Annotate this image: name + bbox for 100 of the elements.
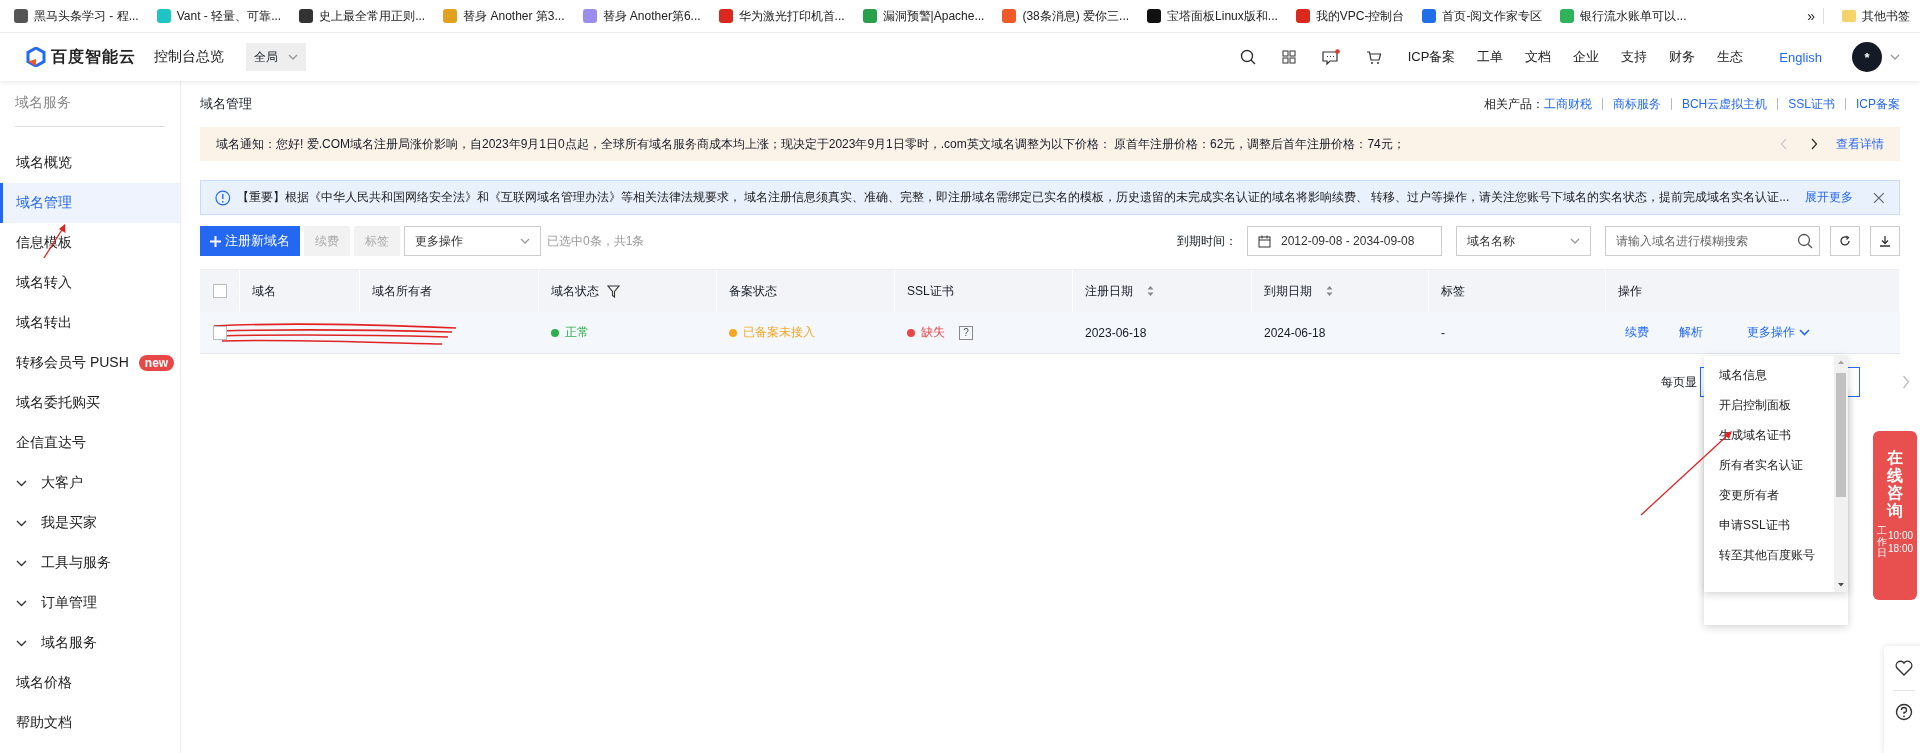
sidebar-item[interactable]: 工具与服务 bbox=[0, 543, 180, 583]
field-select[interactable]: 域名名称 bbox=[1456, 226, 1591, 256]
more-bookmarks-button[interactable]: » bbox=[1807, 8, 1824, 24]
chevron-icon[interactable] bbox=[16, 519, 27, 527]
column-header: 域名状态 bbox=[551, 282, 599, 300]
more-actions-select[interactable]: 更多操作 bbox=[404, 226, 541, 256]
action-link[interactable]: 续费 bbox=[1625, 324, 1649, 341]
sort-icon[interactable] bbox=[1147, 286, 1154, 296]
message-icon[interactable] bbox=[1321, 49, 1340, 65]
menu-item[interactable]: 所有者实名认证 bbox=[1704, 450, 1834, 480]
bookmark[interactable]: Vant - 轻量、可靠... bbox=[156, 7, 282, 25]
sidebar-item[interactable]: 大客户 bbox=[0, 463, 180, 503]
menu-item[interactable]: 申请SSL证书 bbox=[1704, 510, 1834, 540]
sidebar-item[interactable]: 域名管理 bbox=[0, 183, 180, 223]
search-field[interactable]: 请输入域名进行模糊搜索 bbox=[1605, 226, 1820, 256]
expand-link[interactable]: 展开更多 bbox=[1805, 189, 1854, 206]
cart-icon[interactable] bbox=[1365, 49, 1382, 65]
caret-icon[interactable] bbox=[1890, 54, 1900, 60]
menu-item[interactable]: 开启控制面板 bbox=[1704, 390, 1834, 420]
bookmark[interactable]: 漏洞预警|Apache... bbox=[862, 7, 985, 25]
menu-item[interactable]: 域名信息 bbox=[1704, 360, 1834, 390]
caret-icon[interactable] bbox=[520, 238, 530, 244]
grid-icon[interactable] bbox=[1281, 50, 1296, 64]
select-all-checkbox[interactable] bbox=[212, 284, 227, 298]
sidebar-item[interactable]: 我是买家 bbox=[0, 503, 180, 543]
bookmark[interactable]: 黑马头条学习 - 程... bbox=[14, 7, 139, 25]
date-label: 到期时间： bbox=[1177, 232, 1237, 250]
record-status-text: 已备案未接入 bbox=[743, 324, 815, 341]
overview-link[interactable]: 控制台总览 bbox=[154, 48, 224, 66]
column-header: 域名所有者 bbox=[372, 282, 432, 300]
related-link[interactable]: SSL证书 bbox=[1788, 95, 1835, 113]
close-icon[interactable] bbox=[1873, 191, 1885, 204]
related-link[interactable]: BCH云虚拟主机 bbox=[1681, 95, 1768, 113]
bookmark[interactable]: 我的VPC-控制台 bbox=[1295, 7, 1405, 25]
menu-item[interactable]: 转至其他百度账号 bbox=[1704, 540, 1834, 570]
scope-select[interactable]: 全局 bbox=[246, 43, 306, 71]
sidebar-item[interactable]: 域名转入 bbox=[0, 263, 180, 303]
nav-link[interactable]: 生态 bbox=[1717, 48, 1744, 66]
sort-icon[interactable] bbox=[1326, 286, 1333, 296]
nav-link[interactable]: 企业 bbox=[1573, 48, 1600, 66]
notice-text: 域名通知：您好! 爱.COM域名注册局涨价影响，自2023年9月1日0点起，全球所有域名服务商成本均上涨；现决定于2023年9月1日零时，.com英文域名调整为以下价格： 原首年注册价格：62元，调整后首年注册价格：74元； bbox=[216, 135, 1405, 153]
search-icon[interactable] bbox=[1797, 233, 1813, 249]
scrollbar[interactable] bbox=[1834, 356, 1848, 592]
details-link[interactable]: 查看详情 bbox=[1836, 135, 1884, 153]
bookmark[interactable]: 替身 Another 第3... bbox=[443, 7, 565, 25]
sidebar-item[interactable]: 域名概览 bbox=[0, 143, 180, 183]
bookmark[interactable]: 替身 Another第6... bbox=[582, 7, 701, 25]
refresh-button[interactable] bbox=[1830, 226, 1860, 256]
search-icon[interactable] bbox=[1239, 49, 1256, 65]
sidebar-item[interactable]: 域名委托购买 bbox=[0, 383, 180, 423]
next-icon[interactable] bbox=[1810, 138, 1818, 150]
related-link[interactable]: 商标服务 bbox=[1612, 95, 1661, 113]
sidebar-item[interactable]: 域名价格 bbox=[0, 663, 180, 703]
sidebar-item[interactable]: 订单管理 bbox=[0, 583, 180, 623]
bookmark[interactable]: 首页-阅文作家专区 bbox=[1422, 7, 1543, 25]
table-cell: 2024-06-18 bbox=[1264, 325, 1326, 340]
bookmark-folder[interactable]: 其他书签 bbox=[1842, 7, 1910, 25]
ssl-status-text: 缺失 bbox=[921, 324, 945, 341]
column-header: 注册日期 bbox=[1085, 282, 1133, 300]
download-button[interactable] bbox=[1870, 226, 1900, 256]
related-link[interactable]: 工商财税 bbox=[1543, 95, 1592, 113]
date-range-picker[interactable]: 2012-09-08 - 2034-09-08 bbox=[1247, 226, 1442, 256]
nav-link[interactable]: 工单 bbox=[1477, 48, 1504, 66]
hexagon-logo-icon[interactable] bbox=[26, 47, 46, 67]
more-actions-link[interactable]: 更多操作 bbox=[1747, 324, 1810, 341]
sidebar-item[interactable]: 域名转出 bbox=[0, 303, 180, 343]
avatar[interactable]: * bbox=[1852, 42, 1882, 72]
filter-icon[interactable] bbox=[607, 284, 620, 298]
sidebar-title: 域名服务 bbox=[15, 81, 165, 127]
sidebar-item[interactable]: 企信直达号 bbox=[0, 423, 180, 463]
important-text: 【重要】根据《中华人民共和国网络安全法》和《互联网域名管理办法》等相关法律法规要求， 域名注册信息须真实、准确、完整，即注册域名需绑定已实名的模板，历史遗留的未完成实名认证的域名将影响续费、 转移、过户等操作，请关注您账号下域名的实名状态，提前完成域名实名认证... bbox=[236, 189, 1790, 206]
bookmark[interactable]: 宝塔面板Linux版和... bbox=[1147, 7, 1278, 25]
calendar-icon[interactable] bbox=[1258, 234, 1271, 248]
related-link[interactable]: ICP备案 bbox=[1856, 95, 1900, 113]
nav-link[interactable]: 财务 bbox=[1669, 48, 1696, 66]
nav-link[interactable]: ICP备案 bbox=[1407, 48, 1456, 66]
page-title: 域名管理 bbox=[200, 95, 252, 113]
sidebar-item[interactable]: 域名服务 bbox=[0, 623, 180, 663]
language-link[interactable]: English bbox=[1779, 49, 1822, 65]
sidebar-item[interactable]: 转移会员号 PUSH new bbox=[0, 343, 180, 383]
chevron-icon[interactable] bbox=[16, 599, 27, 607]
nav-link[interactable]: 支持 bbox=[1621, 48, 1648, 66]
heart-icon[interactable] bbox=[1895, 660, 1913, 676]
help-icon[interactable] bbox=[1895, 703, 1913, 721]
table-cell: 2023-06-18 bbox=[1085, 325, 1147, 340]
bookmark[interactable]: 银行流水账单可以... bbox=[1560, 7, 1687, 25]
status-text: 正常 bbox=[565, 324, 589, 341]
sidebar-item[interactable]: 帮助文档 bbox=[0, 703, 180, 743]
action-link[interactable]: 解析 bbox=[1679, 324, 1703, 341]
bookmark[interactable]: (38条消息) 爱你三... bbox=[1002, 7, 1130, 25]
bookmark[interactable]: 史上最全常用正则... bbox=[299, 7, 426, 25]
menu-item[interactable]: 变更所有者 bbox=[1704, 480, 1834, 510]
chevron-icon[interactable] bbox=[16, 559, 27, 567]
register-button[interactable]: 注册新域名 bbox=[200, 226, 300, 256]
bookmark[interactable]: 华为激光打印机首... bbox=[718, 7, 845, 25]
help-button[interactable]: ? bbox=[959, 325, 973, 340]
caret-icon[interactable] bbox=[1570, 238, 1580, 244]
chevron-icon[interactable] bbox=[16, 639, 27, 647]
nav-link[interactable]: 文档 bbox=[1525, 48, 1552, 66]
chevron-icon[interactable] bbox=[16, 479, 27, 487]
